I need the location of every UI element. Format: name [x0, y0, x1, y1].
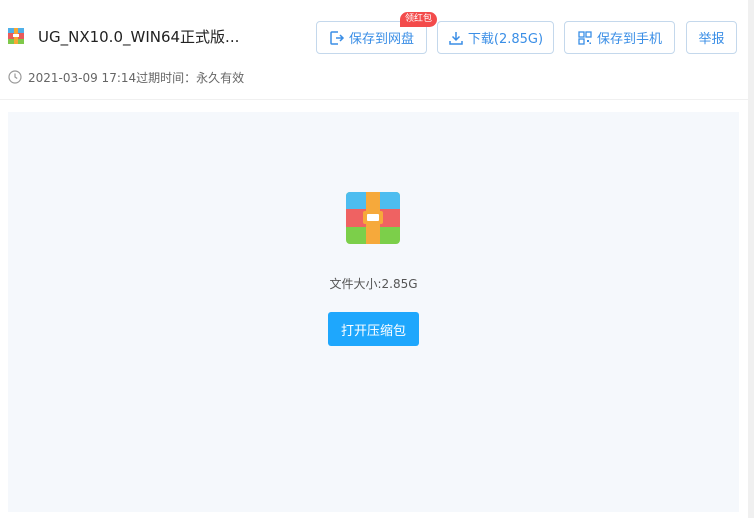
qr-code-icon [578, 30, 592, 45]
header: UG_NX10.0_WIN64正式版.... 2021-03-09 17:14过… [0, 0, 754, 100]
red-packet-badge[interactable]: 领红包 [400, 12, 438, 27]
download-label: 下载(2.85G) [467, 32, 544, 47]
clock-icon [8, 70, 22, 84]
file-title: UG_NX10.0_WIN64正式版.... [38, 28, 238, 46]
share-page: UG_NX10.0_WIN64正式版.... 2021-03-09 17:14过… [0, 0, 754, 518]
report-button[interactable]: 举报 [686, 21, 737, 54]
save-cloud-icon [330, 30, 345, 45]
archive-icon [346, 192, 400, 244]
preview-area: 文件大小:2.85G 打开压缩包 [8, 112, 739, 512]
save-to-cloud-label: 保存到网盘 [348, 32, 414, 47]
download-button[interactable]: 下载(2.85G) [437, 21, 554, 54]
archive-small-icon [8, 28, 24, 44]
save-to-phone-button[interactable]: 保存到手机 [564, 21, 675, 54]
file-meta: 2021-03-09 17:14过期时间：永久有效 [8, 68, 244, 86]
file-size-label: 文件大小:2.85G [329, 277, 418, 291]
scrollbar[interactable] [748, 0, 754, 518]
meta-text: 2021-03-09 17:14过期时间：永久有效 [28, 70, 245, 85]
open-archive-button[interactable]: 打开压缩包 [328, 312, 419, 346]
download-icon [449, 31, 463, 45]
save-to-phone-label: 保存到手机 [596, 32, 662, 47]
